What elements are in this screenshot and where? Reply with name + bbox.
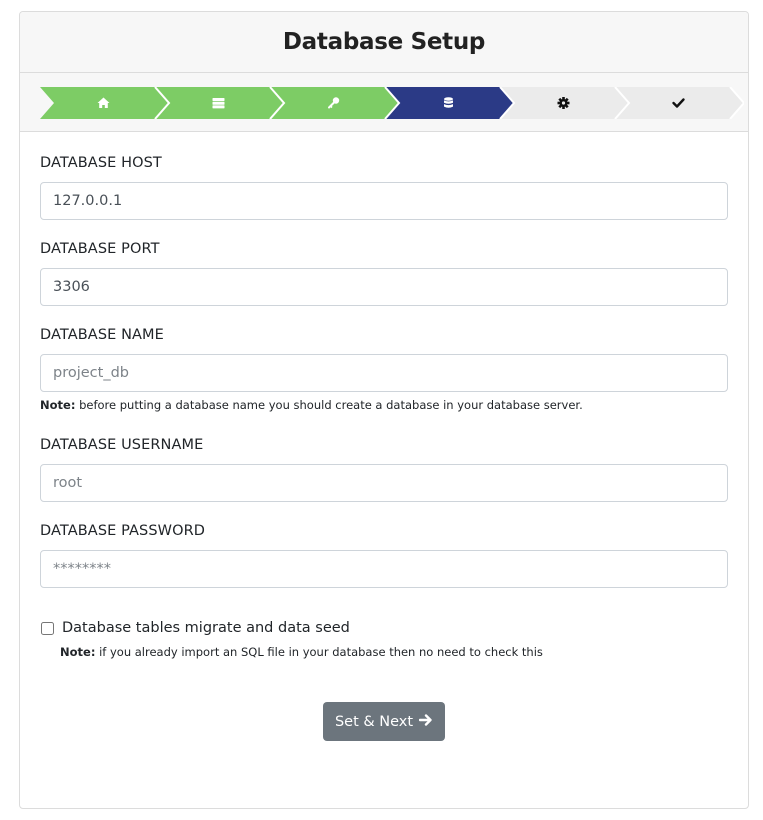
stepper-bar	[20, 73, 748, 132]
gear-icon	[557, 97, 570, 109]
username-input[interactable]	[40, 464, 728, 502]
host-label: DATABASE HOST	[40, 155, 162, 171]
page-title: Database Setup	[282, 29, 486, 55]
migrate-checkbox[interactable]	[41, 621, 54, 635]
name-group: DATABASE NAME Note: before putting a dat…	[40, 327, 728, 412]
port-group: DATABASE PORT	[40, 241, 728, 306]
password-group: DATABASE PASSWORD	[40, 523, 728, 588]
name-note-label: Note:	[40, 398, 76, 412]
migrate-row: Database tables migrate and data seed	[40, 620, 728, 636]
name-input[interactable]	[40, 354, 728, 392]
name-note-text: before putting a database name you shoul…	[75, 398, 583, 412]
stepper-svg	[40, 87, 744, 119]
username-group: DATABASE USERNAME	[40, 437, 728, 502]
password-input[interactable]	[40, 550, 728, 588]
name-label: DATABASE NAME	[40, 327, 164, 343]
port-input[interactable]	[40, 268, 728, 306]
name-note: Note: before putting a database name you…	[40, 398, 728, 412]
migrate-label[interactable]: Database tables migrate and data seed	[62, 620, 350, 636]
host-group: DATABASE HOST	[40, 155, 728, 220]
database-icon	[444, 97, 453, 108]
migrate-group: Database tables migrate and data seed No…	[40, 620, 728, 659]
arrow-right-icon	[418, 713, 433, 731]
server-icon	[212, 98, 225, 109]
card-header: Database Setup	[20, 12, 748, 73]
set-next-label: Set & Next	[334, 713, 414, 730]
port-label: DATABASE PORT	[40, 241, 160, 257]
migrate-note-text: if you already import an SQL file in you…	[95, 645, 543, 659]
progress-stepper	[40, 87, 744, 119]
set-next-button[interactable]: Set & Next	[323, 702, 445, 741]
host-input[interactable]	[40, 182, 728, 220]
setup-card: Database Setup DATABASE HOST DATABASE PO…	[19, 11, 749, 809]
migrate-note: Note: if you already import an SQL file …	[60, 645, 728, 659]
username-label: DATABASE USERNAME	[40, 437, 204, 453]
migrate-note-label: Note:	[60, 645, 96, 659]
password-label: DATABASE PASSWORD	[40, 523, 206, 539]
